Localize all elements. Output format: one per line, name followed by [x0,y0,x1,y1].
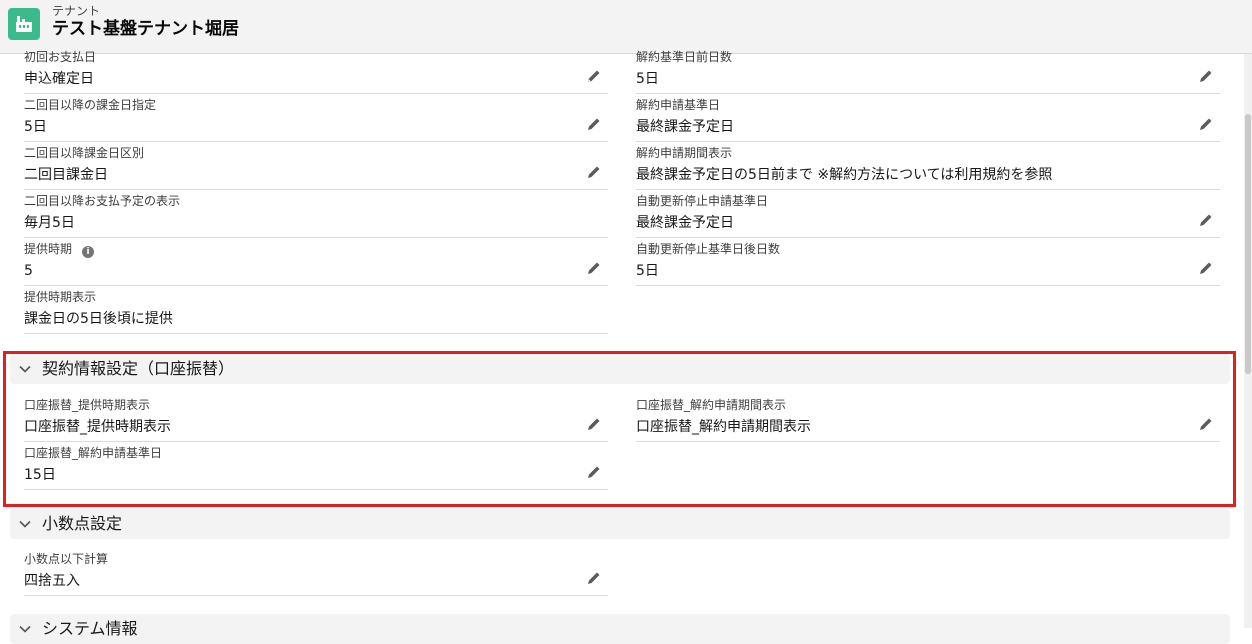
chevron-down-icon [19,520,31,528]
field-value: 5日 [24,119,47,135]
field-label: 解約申請基準日 [636,98,721,112]
field-label: 提供時期表示 [24,290,97,304]
field-label: 自動更新停止申請基準日 [636,194,769,208]
building-icon [8,8,40,40]
field-auto-renew-stop-base-date: 自動更新停止申請基準日 最終課金予定日 [636,190,1220,238]
field-value: 5日 [636,263,659,279]
field-value: 申込確定日 [24,71,94,87]
field-auto-renew-stop-days: 自動更新停止基準日後日数 5日 [636,238,1220,286]
field-label: 初回お支払日 [24,50,97,64]
section-header-system[interactable]: システム情報 [10,614,1230,644]
pencil-icon[interactable] [1198,212,1214,228]
scrollbar-thumb[interactable] [1245,114,1251,374]
object-type-label: テナント [52,4,101,18]
field-second-billing-type: 二回目以降課金日区別 二回目課金日 [24,142,608,190]
field-payment-schedule-display: 二回目以降お支払予定の表示 毎月5日 [24,190,608,238]
pencil-icon[interactable] [1198,116,1214,132]
scrollbar[interactable] [1244,54,1252,628]
field-label: 解約基準日前日数 [636,50,733,64]
field-provision-timing: 提供時期 i 5 [24,238,608,286]
pencil-icon[interactable] [1198,68,1214,84]
field-label-text: 提供時期 [24,242,73,256]
section-header-decimal[interactable]: 小数点設定 [10,509,1230,539]
pencil-icon[interactable] [1198,260,1214,276]
field-value: 5日 [636,71,659,87]
field-second-billing-date: 二回目以降の課金日指定 5日 [24,94,608,142]
pencil-icon[interactable] [586,68,602,84]
pencil-icon[interactable] [586,570,602,586]
field-value: 毎月5日 [24,215,75,231]
record-title: テスト基盤テナント堀居 [52,19,239,39]
pencil-icon[interactable] [586,260,602,276]
chevron-down-icon [19,625,31,633]
field-label: 二回目以降の課金日指定 [24,98,157,112]
field-decimal-calculation: 小数点以下計算 四捨五入 [24,548,608,596]
field-provision-timing-display: 提供時期表示 課金日の5日後頃に提供 [24,286,608,334]
field-cancel-request-base-date: 解約申請基準日 最終課金予定日 [636,94,1220,142]
field-first-payment-date: 初回お支払日 申込確定日 [24,46,608,94]
info-icon[interactable]: i [82,246,95,258]
field-cancel-period-display: 解約申請期間表示 最終課金予定日の5日前まで ※解約方法については利用規約を参照 [636,142,1220,190]
field-value: 最終課金予定日 [636,119,734,135]
field-value: 5 [24,263,33,279]
pencil-icon[interactable] [586,164,602,180]
section-title: システム情報 [42,619,138,638]
field-label: 解約申請期間表示 [636,146,733,160]
field-label: 提供時期 i [24,242,95,258]
field-value: 四捨五入 [24,573,80,589]
field-value: 最終課金予定日の5日前まで ※解約方法については利用規約を参照 [636,167,1053,183]
pencil-icon[interactable] [586,116,602,132]
field-value: 最終課金予定日 [636,215,734,231]
highlight-box [3,351,1236,507]
field-cancel-base-days: 解約基準日前日数 5日 [636,46,1220,94]
field-value: 二回目課金日 [24,167,108,183]
field-label: 二回目以降課金日区別 [24,146,145,160]
field-value: 課金日の5日後頃に提供 [24,311,173,327]
field-label: 二回目以降お支払予定の表示 [24,194,181,208]
field-label: 自動更新停止基準日後日数 [636,242,781,256]
section-title: 小数点設定 [42,514,123,533]
field-label: 小数点以下計算 [24,552,109,566]
